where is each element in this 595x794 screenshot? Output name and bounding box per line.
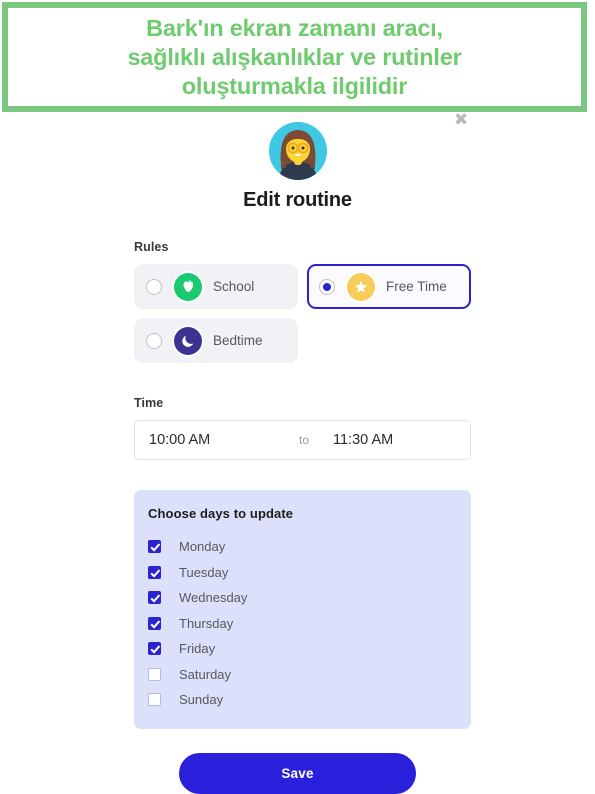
edit-routine-screen: Edit routine Rules School Free Time Bedt… [0, 118, 595, 794]
radio-bedtime[interactable] [146, 332, 162, 349]
day-label-tuesday: Tuesday [179, 564, 229, 580]
day-row-thursday[interactable]: Thursday [148, 611, 471, 637]
time-end-value[interactable]: 11:30 AM [333, 432, 393, 448]
apple-icon [174, 272, 202, 301]
checkbox-thursday[interactable] [148, 616, 161, 630]
rule-option-freetime[interactable]: Free Time [307, 264, 471, 309]
checkbox-tuesday[interactable] [148, 565, 161, 579]
moon-icon [174, 326, 202, 355]
checkbox-monday[interactable] [148, 540, 161, 554]
annotation-banner: Bark'ın ekran zamanı aracı, sağlıklı alı… [2, 2, 587, 112]
choose-days-panel: Choose days to update Monday Tuesday Wed… [134, 490, 471, 729]
day-row-monday[interactable]: Monday [148, 534, 471, 560]
time-start-value[interactable]: 10:00 AM [135, 432, 299, 448]
day-row-sunday[interactable]: Sunday [148, 687, 471, 713]
time-range-input[interactable]: 10:00 AM to 11:30 AM [134, 420, 471, 460]
day-row-friday[interactable]: Friday [148, 636, 471, 662]
day-label-saturday: Saturday [179, 666, 232, 682]
avatar-container [0, 122, 595, 180]
day-label-sunday: Sunday [179, 692, 224, 708]
day-row-wednesday[interactable]: Wednesday [148, 585, 471, 611]
day-label-thursday: Thursday [179, 615, 234, 631]
checkbox-saturday[interactable] [148, 667, 161, 681]
day-label-wednesday: Wednesday [179, 590, 248, 606]
day-row-tuesday[interactable]: Tuesday [148, 560, 471, 586]
avatar-illustration [268, 122, 327, 180]
day-label-friday: Friday [179, 641, 216, 657]
annotation-banner-text: Bark'ın ekran zamanı aracı, sağlıklı alı… [127, 14, 462, 99]
day-row-saturday[interactable]: Saturday [148, 662, 471, 688]
rules-label: Rules [134, 240, 169, 254]
checkbox-friday[interactable] [148, 642, 161, 656]
rule-label-freetime: Free Time [386, 279, 447, 294]
rule-option-bedtime[interactable]: Bedtime [134, 318, 298, 363]
time-section: Time 10:00 AM to 11:30 AM [134, 396, 471, 460]
rule-option-school[interactable]: School [134, 264, 298, 309]
choose-days-title: Choose days to update [148, 506, 294, 521]
page-title: Edit routine [243, 189, 352, 211]
checkbox-sunday[interactable] [148, 693, 161, 707]
save-button-container: Save [0, 752, 595, 794]
avatar[interactable] [268, 122, 327, 180]
day-label-monday: Monday [179, 539, 226, 555]
time-label: Time [134, 396, 164, 410]
rule-label-school: School [213, 279, 255, 294]
rules-options: School Free Time Bedtime [134, 264, 471, 363]
checkbox-wednesday[interactable] [148, 591, 161, 605]
time-separator: to [299, 433, 310, 447]
rules-section: Rules School Free Time Bedtime [134, 240, 471, 363]
rule-label-bedtime: Bedtime [213, 333, 263, 348]
radio-school[interactable] [146, 278, 162, 295]
radio-freetime[interactable] [319, 278, 335, 295]
star-icon [347, 272, 375, 301]
save-button[interactable]: Save [179, 752, 416, 794]
